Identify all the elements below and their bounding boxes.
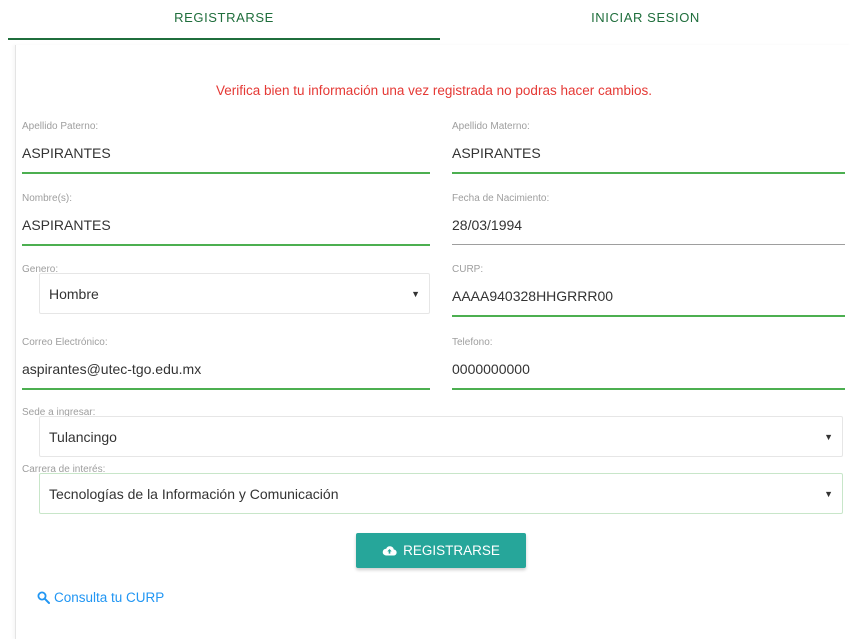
curp-input[interactable]: AAAA940328HHGRRR00 [452, 288, 613, 304]
apellido-paterno-field[interactable]: Apellido Paterno: ASPIRANTES [22, 121, 430, 175]
nombre-input[interactable]: ASPIRANTES [22, 217, 111, 233]
registration-form: Verifica bien tu información una vez reg… [15, 45, 851, 639]
dropdown-arrow-icon: ▼ [824, 489, 833, 499]
correo-underline [22, 388, 430, 390]
dropdown-arrow-icon: ▼ [411, 289, 420, 299]
genero-selected-value: Hombre [49, 286, 99, 302]
nombre-label: Nombre(s): [22, 193, 73, 204]
curp-label: CURP: [452, 264, 484, 275]
tab-iniciar-sesion[interactable]: INICIAR SESION [440, 0, 851, 40]
apellido-materno-field[interactable]: Apellido Materno: ASPIRANTES [452, 121, 845, 175]
consulta-curp-link[interactable]: Consulta tu CURP [37, 590, 164, 605]
genero-select[interactable]: Hombre ▼ [39, 273, 430, 314]
fecha-nacimiento-label: Fecha de Nacimiento: [452, 193, 550, 204]
sede-selected-value: Tulancingo [49, 429, 117, 445]
apellido-materno-label: Apellido Materno: [452, 121, 530, 132]
warning-message: Verifica bien tu información una vez reg… [216, 83, 652, 98]
tab-registrarse[interactable]: REGISTRARSE [8, 0, 440, 40]
sede-select[interactable]: Tulancingo ▼ [39, 416, 843, 457]
correo-field[interactable]: Correo Electrónico: aspirantes@utec-tgo.… [22, 337, 430, 391]
apellido-paterno-input[interactable]: ASPIRANTES [22, 145, 111, 161]
nombre-underline [22, 244, 430, 246]
cloud-upload-icon [382, 545, 397, 556]
registrarse-button-label: REGISTRARSE [403, 543, 500, 558]
apellido-paterno-underline [22, 172, 430, 174]
dropdown-arrow-icon: ▼ [824, 432, 833, 442]
tab-bar: REGISTRARSE INICIAR SESION [0, 0, 851, 40]
apellido-materno-input[interactable]: ASPIRANTES [452, 145, 541, 161]
telefono-input[interactable]: 0000000000 [452, 361, 530, 377]
apellido-paterno-label: Apellido Paterno: [22, 121, 99, 132]
correo-input[interactable]: aspirantes@utec-tgo.edu.mx [22, 361, 201, 377]
fecha-nacimiento-underline [452, 244, 845, 245]
curp-underline [452, 315, 845, 317]
telefono-underline [452, 388, 845, 390]
carrera-selected-value: Tecnologías de la Información y Comunica… [49, 486, 339, 502]
search-icon [37, 591, 50, 604]
nombre-field[interactable]: Nombre(s): ASPIRANTES [22, 193, 430, 247]
carrera-select[interactable]: Tecnologías de la Información y Comunica… [39, 473, 843, 514]
correo-label: Correo Electrónico: [22, 337, 108, 348]
telefono-field[interactable]: Telefono: 0000000000 [452, 337, 845, 391]
curp-field[interactable]: CURP: AAAA940328HHGRRR00 [452, 264, 845, 318]
registrarse-button[interactable]: REGISTRARSE [356, 533, 526, 568]
fecha-nacimiento-field[interactable]: Fecha de Nacimiento: 28/03/1994 [452, 193, 845, 247]
apellido-materno-underline [452, 172, 845, 174]
fecha-nacimiento-input[interactable]: 28/03/1994 [452, 217, 522, 233]
consulta-curp-label: Consulta tu CURP [54, 590, 165, 605]
telefono-label: Telefono: [452, 337, 493, 348]
